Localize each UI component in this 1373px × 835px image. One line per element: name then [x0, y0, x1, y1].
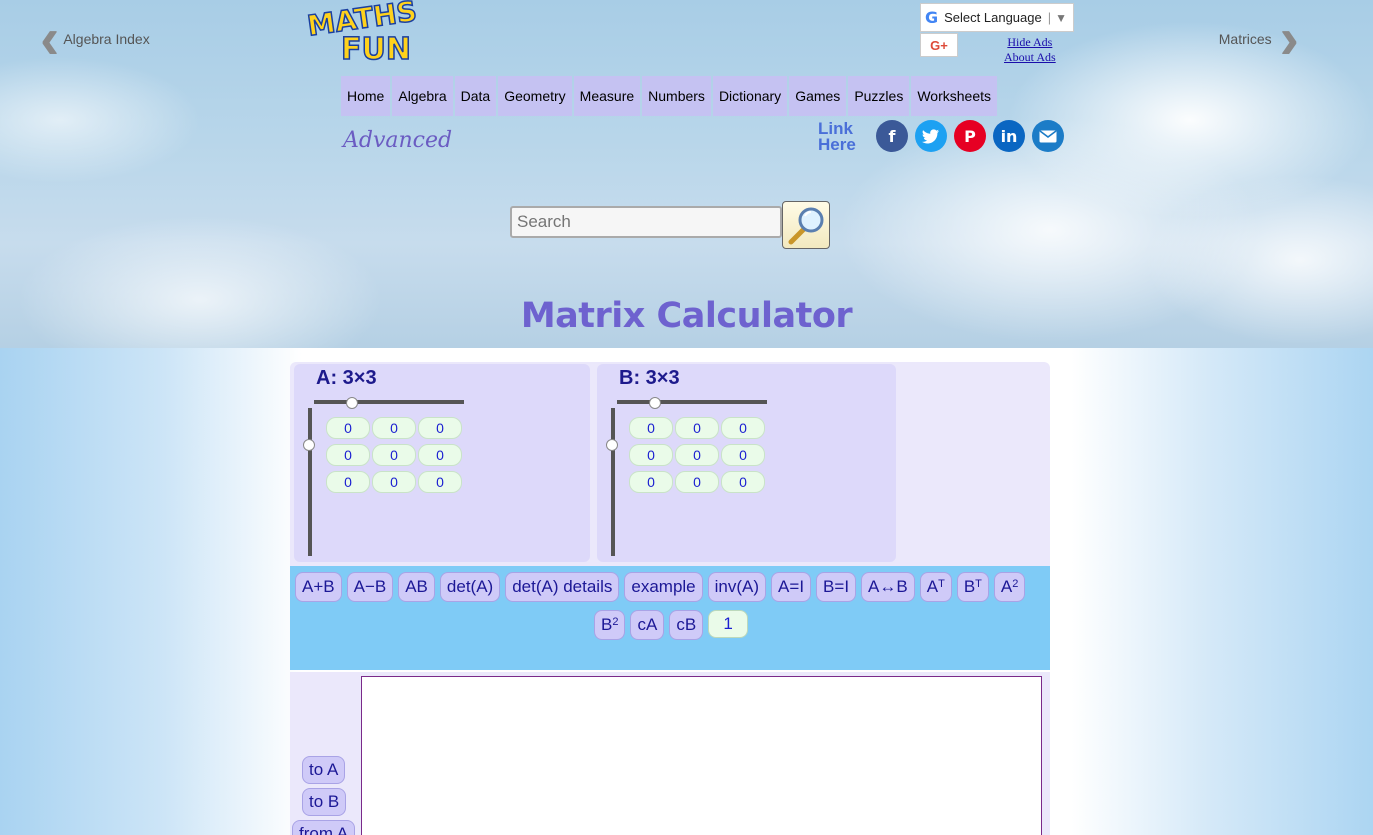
matrix-b-cell[interactable]: 0 — [675, 471, 719, 493]
logo-line2: FUN — [340, 31, 411, 68]
matrix-b-cell[interactable]: 0 — [721, 444, 765, 466]
matrix-b-cell[interactable]: 0 — [629, 471, 673, 493]
scale-a-button[interactable]: cA — [630, 610, 665, 640]
matrix-b-cell[interactable]: 0 — [629, 417, 673, 439]
from-a-button[interactable]: from A — [292, 820, 356, 835]
facebook-icon[interactable]: f — [876, 120, 908, 152]
matrix-b-columns-slider[interactable] — [617, 400, 767, 404]
b-identity-button[interactable]: B=I — [816, 572, 857, 602]
a-identity-button[interactable]: A=I — [771, 572, 812, 602]
matrix-a-cell[interactable]: 0 — [418, 417, 462, 439]
matrix-panels: A: 3×3 0 0 0 0 0 0 0 0 0 B: 3×3 0 0 0 0 … — [290, 362, 1050, 566]
matrix-a-cell[interactable]: 0 — [326, 417, 370, 439]
matrix-b-panel: B: 3×3 0 0 0 0 0 0 0 0 0 — [597, 364, 896, 562]
social-share: f P in — [876, 120, 1071, 152]
scalar-input[interactable]: 1 — [708, 610, 749, 638]
matrix-a-title: A: 3×3 — [316, 367, 377, 389]
swap-button[interactable]: A↔B — [861, 572, 915, 602]
matrix-b-cell[interactable]: 0 — [675, 444, 719, 466]
email-icon[interactable] — [1032, 120, 1064, 152]
chevron-right-icon: › — [1279, 6, 1299, 71]
square-b-button[interactable]: B2 — [594, 610, 626, 640]
next-page-link[interactable]: Matrices › — [1218, 6, 1299, 71]
matrix-a-rows-slider[interactable] — [308, 408, 312, 556]
to-b-button[interactable]: to B — [302, 788, 347, 816]
level-label: Advanced — [343, 128, 453, 153]
menu-item-geometry[interactable]: Geometry — [498, 76, 572, 116]
menu-item-home[interactable]: Home — [341, 76, 391, 116]
search-bar — [510, 195, 830, 249]
operations-bar: A+B A−B AB det(A) det(A) details example… — [290, 566, 1050, 670]
site-logo[interactable]: MATHS FUN — [304, 0, 419, 68]
menu-item-games[interactable]: Games — [789, 76, 847, 116]
to-a-button[interactable]: to A — [302, 756, 346, 784]
menu-item-measure[interactable]: Measure — [573, 76, 641, 116]
menu-item-numbers[interactable]: Numbers — [642, 76, 711, 116]
matrix-a-columns-slider[interactable] — [314, 400, 464, 404]
matrix-a-grid: 0 0 0 0 0 0 0 0 0 — [326, 417, 462, 493]
matrix-a-cell[interactable]: 0 — [326, 471, 370, 493]
search-input[interactable] — [510, 206, 782, 238]
matrix-a-cell[interactable]: 0 — [372, 471, 416, 493]
inverse-button[interactable]: inv(A) — [707, 572, 767, 602]
matrix-b-columns-handle[interactable] — [649, 397, 661, 409]
example-button[interactable]: example — [624, 572, 703, 602]
menu-item-data[interactable]: Data — [454, 76, 497, 116]
matrix-a-columns-handle[interactable] — [346, 397, 358, 409]
matrix-a-panel: A: 3×3 0 0 0 0 0 0 0 0 0 — [294, 364, 590, 562]
header-banner: ‹ Algebra Index MATHS FUN G Select Langu… — [0, 0, 1373, 348]
determinant-button[interactable]: det(A) — [439, 572, 501, 602]
prev-page-link[interactable]: ‹ Algebra Index — [40, 6, 150, 71]
main-menu: Home Algebra Data Geometry Measure Numbe… — [341, 76, 999, 116]
determinant-details-button[interactable]: det(A) details — [505, 572, 620, 602]
next-page-label: Matrices — [1218, 31, 1272, 47]
about-ads-link[interactable]: About Ads — [1004, 50, 1056, 65]
transpose-b-button[interactable]: BT — [956, 572, 989, 602]
prev-page-label: Algebra Index — [63, 31, 150, 47]
dropdown-arrow-icon: ▼ — [1055, 10, 1068, 25]
matrix-a-cell[interactable]: 0 — [372, 444, 416, 466]
twitter-icon[interactable] — [915, 120, 947, 152]
matrix-b-cell[interactable]: 0 — [629, 444, 673, 466]
language-select[interactable]: G Select Language | ▼ — [920, 3, 1074, 32]
multiply-button[interactable]: AB — [398, 572, 435, 602]
menu-item-puzzles[interactable]: Puzzles — [848, 76, 910, 116]
gplus-button[interactable]: G+ — [920, 33, 958, 57]
pinterest-icon[interactable]: P — [954, 120, 986, 152]
scale-b-button[interactable]: cB — [669, 610, 704, 640]
ads-links: Hide Ads About Ads — [1004, 35, 1056, 65]
link-here-button[interactable]: Link Here — [818, 120, 856, 154]
matrix-b-cell[interactable]: 0 — [675, 417, 719, 439]
chevron-left-icon: ‹ — [40, 6, 60, 71]
output-section: to A to B from A — [290, 672, 1050, 835]
page-title: Matrix Calculator — [520, 296, 853, 336]
matrix-b-grid: 0 0 0 0 0 0 0 0 0 — [629, 417, 765, 493]
matrix-b-cell[interactable]: 0 — [721, 417, 765, 439]
menu-item-worksheets[interactable]: Worksheets — [911, 76, 998, 116]
matrix-a-cell[interactable]: 0 — [326, 444, 370, 466]
link-here-line2: Here — [818, 135, 856, 154]
search-icon — [788, 207, 824, 245]
transpose-a-button[interactable]: AT — [919, 572, 952, 602]
matrix-b-title: B: 3×3 — [619, 367, 680, 389]
add-button[interactable]: A+B — [295, 572, 342, 602]
output-area[interactable] — [361, 676, 1042, 835]
matrix-b-cell[interactable]: 0 — [721, 471, 765, 493]
linkedin-icon[interactable]: in — [993, 120, 1025, 152]
search-button[interactable] — [782, 201, 830, 249]
menu-item-algebra[interactable]: Algebra — [392, 76, 453, 116]
hide-ads-link[interactable]: Hide Ads — [1004, 35, 1056, 50]
matrix-a-cell[interactable]: 0 — [418, 471, 462, 493]
square-a-button[interactable]: A2 — [993, 572, 1026, 602]
matrix-b-rows-slider[interactable] — [611, 408, 615, 556]
google-icon: G — [925, 8, 939, 27]
language-label: Select Language — [944, 10, 1042, 25]
matrix-a-cell[interactable]: 0 — [418, 444, 462, 466]
matrix-a-rows-handle[interactable] — [303, 439, 315, 451]
matrix-a-cell[interactable]: 0 — [372, 417, 416, 439]
matrix-b-rows-handle[interactable] — [606, 439, 618, 451]
subtract-button[interactable]: A−B — [346, 572, 394, 602]
menu-item-dictionary[interactable]: Dictionary — [712, 76, 788, 116]
